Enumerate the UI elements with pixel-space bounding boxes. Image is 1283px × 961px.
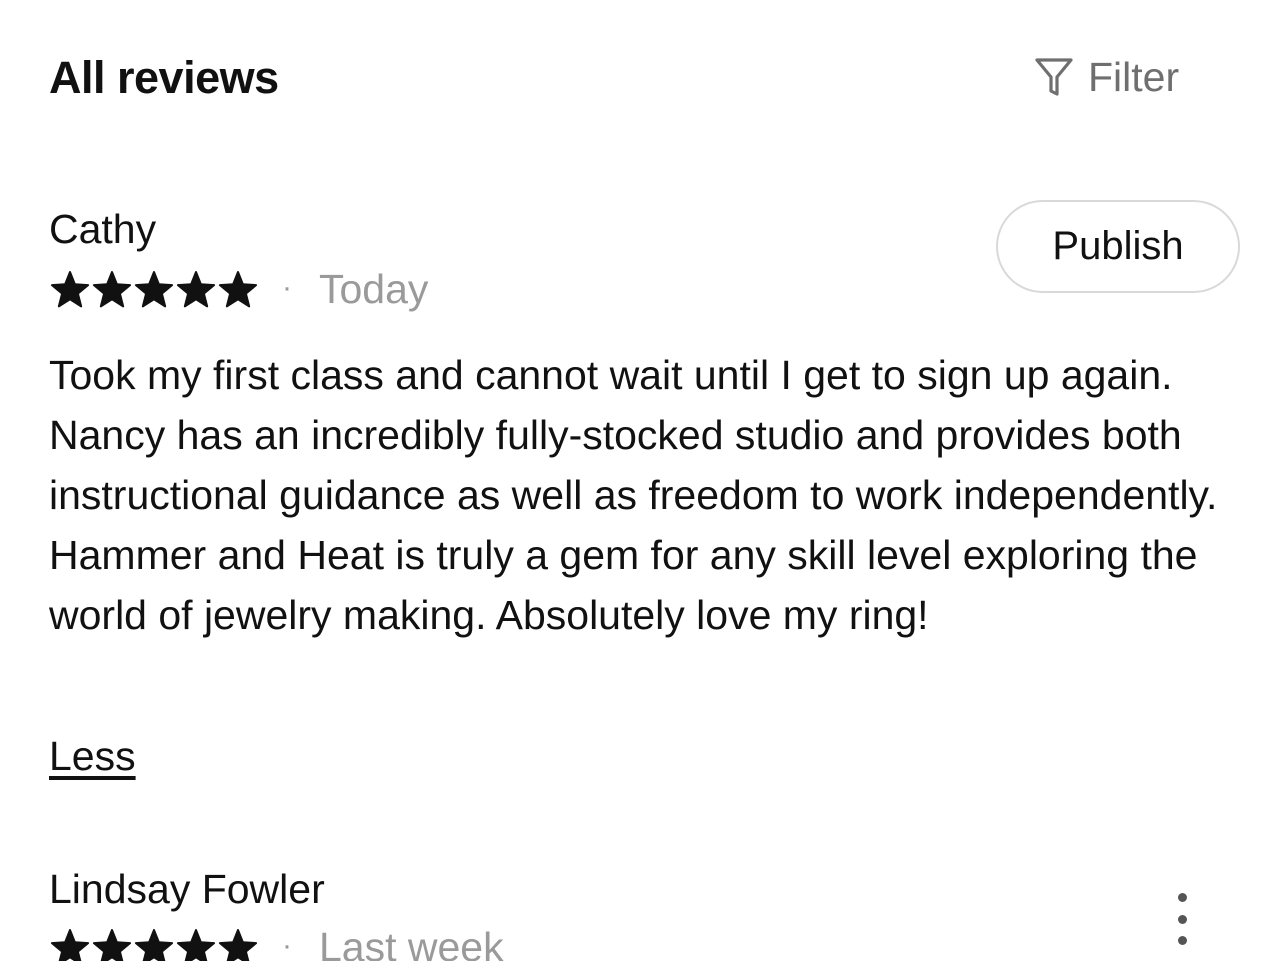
- reviewer-name: Cathy: [49, 206, 157, 252]
- star-icon: [50, 271, 90, 308]
- review-date: Today: [319, 266, 429, 312]
- star-icon: [218, 929, 258, 961]
- star-rating: [49, 270, 259, 310]
- star-icon: [176, 929, 216, 961]
- date-separator: ·: [282, 929, 292, 961]
- star-icon: [134, 271, 174, 308]
- filter-label: Filter: [1088, 54, 1180, 100]
- page-title: All reviews: [49, 52, 279, 103]
- star-icon: [92, 929, 132, 961]
- publish-button[interactable]: Publish: [996, 200, 1240, 293]
- star-icon: [218, 271, 258, 308]
- review-date: Last week: [319, 924, 504, 961]
- more-options-button[interactable]: [1166, 893, 1198, 945]
- star-icon: [92, 271, 132, 308]
- date-separator: ·: [282, 271, 292, 304]
- star-rating: [49, 928, 259, 961]
- more-vertical-icon-dot: [1177, 914, 1187, 924]
- reviewer-name: Lindsay Fowler: [49, 866, 325, 912]
- more-vertical-icon: [1177, 893, 1187, 902]
- star-icon: [134, 929, 174, 961]
- star-icon: [50, 929, 90, 961]
- more-vertical-icon-dot: [1177, 936, 1187, 945]
- filter-icon: [1034, 56, 1074, 100]
- review-text: Took my first class and cannot wait unti…: [49, 352, 1218, 638]
- reviews-page: All reviews Filter Cathy · Today Publish…: [0, 0, 1283, 961]
- filter-button[interactable]: Filter: [1034, 54, 1179, 101]
- star-icon: [176, 271, 216, 308]
- show-less-link[interactable]: Less: [49, 733, 136, 780]
